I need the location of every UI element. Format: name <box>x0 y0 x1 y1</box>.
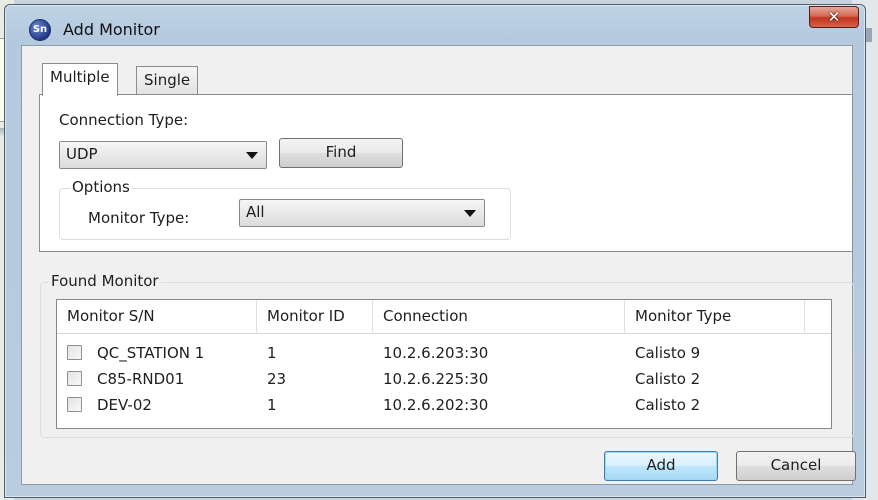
cell-monitor-id: 23 <box>267 370 287 388</box>
dialog-client-area: Multiple Single Connection Type: UDP Fin… <box>21 45 856 485</box>
monitor-type-label: Monitor Type: <box>88 209 190 227</box>
found-monitor-legend: Found Monitor <box>49 272 161 290</box>
list-header: Monitor S/N Monitor ID Connection Monito… <box>57 300 831 334</box>
cell-monitor-id: 1 <box>267 396 277 414</box>
column-header-monitor-id[interactable]: Monitor ID <box>257 300 373 334</box>
monitor-type-value: All <box>246 203 265 221</box>
cell-connection: 10.2.6.203:30 <box>383 344 489 362</box>
cell-monitor-sn: C85-RND01 <box>97 370 185 388</box>
cell-monitor-type: Calisto 9 <box>635 344 701 362</box>
row-checkbox[interactable] <box>67 345 82 360</box>
find-button-label: Find <box>325 143 357 161</box>
title-bar[interactable]: Sn Add Monitor ✕ <box>5 5 865 47</box>
cell-monitor-type: Calisto 2 <box>635 370 701 388</box>
connection-type-select[interactable]: UDP <box>59 141 267 169</box>
found-monitor-group: Found Monitor Monitor S/N Monitor ID Con… <box>40 272 854 438</box>
connection-type-label: Connection Type: <box>59 111 189 129</box>
cell-monitor-type: Calisto 2 <box>635 396 701 414</box>
window-title: Add Monitor <box>63 20 160 39</box>
options-legend: Options <box>70 178 132 196</box>
table-row[interactable]: QC_STATION 1 1 10.2.6.203:30 Calisto 9 <box>57 340 831 366</box>
row-checkbox[interactable] <box>67 371 82 386</box>
column-header-monitor-type[interactable]: Monitor Type <box>625 300 805 334</box>
tab-single[interactable]: Single <box>136 66 199 94</box>
find-button[interactable]: Find <box>279 138 403 168</box>
multiple-tab-panel: Connection Type: UDP Find Options Monito… <box>39 94 853 252</box>
cancel-button[interactable]: Cancel <box>736 451 856 481</box>
cell-connection: 10.2.6.225:30 <box>383 370 489 388</box>
table-row[interactable]: C85-RND01 23 10.2.6.225:30 Calisto 2 <box>57 366 831 392</box>
options-group: Options Monitor Type: All <box>59 178 511 240</box>
add-monitor-dialog: Sn Add Monitor ✕ Multiple Single Connect… <box>4 4 866 498</box>
close-button[interactable]: ✕ <box>809 6 859 28</box>
chevron-down-icon <box>464 210 476 217</box>
column-header-monitor-sn[interactable]: Monitor S/N <box>57 300 257 334</box>
tab-multiple-label: Multiple <box>50 68 110 86</box>
tab-single-label: Single <box>144 71 191 89</box>
found-monitor-list[interactable]: Monitor S/N Monitor ID Connection Monito… <box>56 299 832 429</box>
add-button-label: Add <box>646 456 676 474</box>
add-button[interactable]: Add <box>604 451 718 481</box>
tab-multiple[interactable]: Multiple <box>42 63 118 96</box>
app-icon: Sn <box>29 19 51 41</box>
monitor-type-select[interactable]: All <box>239 199 485 227</box>
close-icon: ✕ <box>827 8 841 26</box>
column-header-connection[interactable]: Connection <box>373 300 625 334</box>
row-checkbox[interactable] <box>67 397 82 412</box>
cell-monitor-sn: QC_STATION 1 <box>97 344 205 362</box>
cancel-button-label: Cancel <box>770 456 822 474</box>
cell-monitor-sn: DEV-02 <box>97 396 152 414</box>
cell-monitor-id: 1 <box>267 344 277 362</box>
table-row[interactable]: DEV-02 1 10.2.6.202:30 Calisto 2 <box>57 392 831 418</box>
connection-type-value: UDP <box>66 145 98 163</box>
chevron-down-icon <box>246 152 258 159</box>
cell-connection: 10.2.6.202:30 <box>383 396 489 414</box>
